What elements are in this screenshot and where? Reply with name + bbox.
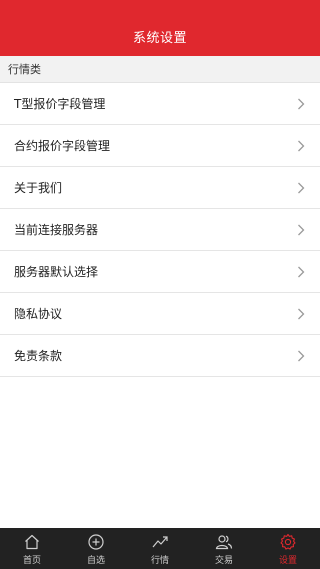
tab-trade[interactable]: 交易 [192, 528, 256, 569]
list-item-label: 关于我们 [14, 181, 63, 195]
list-item-label: 当前连接服务器 [14, 223, 99, 237]
list-item-contract-quote-fields[interactable]: 合约报价字段管理 [0, 125, 320, 167]
tab-label: 首页 [22, 556, 41, 566]
list-item-label: T型报价字段管理 [14, 97, 106, 111]
home-icon [23, 533, 41, 551]
list-item-about-us[interactable]: 关于我们 [0, 167, 320, 209]
list-item-label: 隐私协议 [14, 307, 63, 321]
gear-icon [279, 533, 297, 551]
section-header-market: 行情类 [0, 56, 320, 83]
tab-label: 交易 [214, 556, 233, 566]
tab-watchlist[interactable]: 自选 [64, 528, 128, 569]
tab-settings[interactable]: 设置 [256, 528, 320, 569]
add-circle-icon [87, 533, 105, 551]
settings-screen: 系统设置 行情类 T型报价字段管理 合约报价字段管理 关于我们 当前连接服务器 [0, 0, 320, 569]
chevron-right-icon [296, 307, 306, 321]
chevron-right-icon [296, 265, 306, 279]
tab-home[interactable]: 首页 [0, 528, 64, 569]
list-item-privacy-policy[interactable]: 隐私协议 [0, 293, 320, 335]
trend-chart-icon [151, 533, 169, 551]
list-item-disclaimer[interactable]: 免责条款 [0, 335, 320, 377]
list-item-current-server[interactable]: 当前连接服务器 [0, 209, 320, 251]
header-bar: 系统设置 [0, 0, 320, 56]
tab-label: 自选 [86, 556, 105, 566]
users-icon [215, 533, 233, 551]
list-item-t-quote-fields[interactable]: T型报价字段管理 [0, 83, 320, 125]
chevron-right-icon [296, 181, 306, 195]
chevron-right-icon [296, 139, 306, 153]
tab-label: 行情 [150, 556, 169, 566]
chevron-right-icon [296, 97, 306, 111]
tab-label: 设置 [278, 556, 297, 566]
bottom-tab-bar: 首页 自选 行情 交易 设置 [0, 528, 320, 569]
settings-list: T型报价字段管理 合约报价字段管理 关于我们 当前连接服务器 服务器默认选择 隐… [0, 83, 320, 377]
section-title: 行情类 [8, 63, 41, 76]
list-item-label: 合约报价字段管理 [14, 139, 111, 153]
list-item-label: 免责条款 [14, 349, 63, 363]
list-item-default-server[interactable]: 服务器默认选择 [0, 251, 320, 293]
list-item-label: 服务器默认选择 [14, 265, 99, 279]
chevron-right-icon [296, 349, 306, 363]
tab-market[interactable]: 行情 [128, 528, 192, 569]
chevron-right-icon [296, 223, 306, 237]
page-title: 系统设置 [132, 30, 187, 46]
